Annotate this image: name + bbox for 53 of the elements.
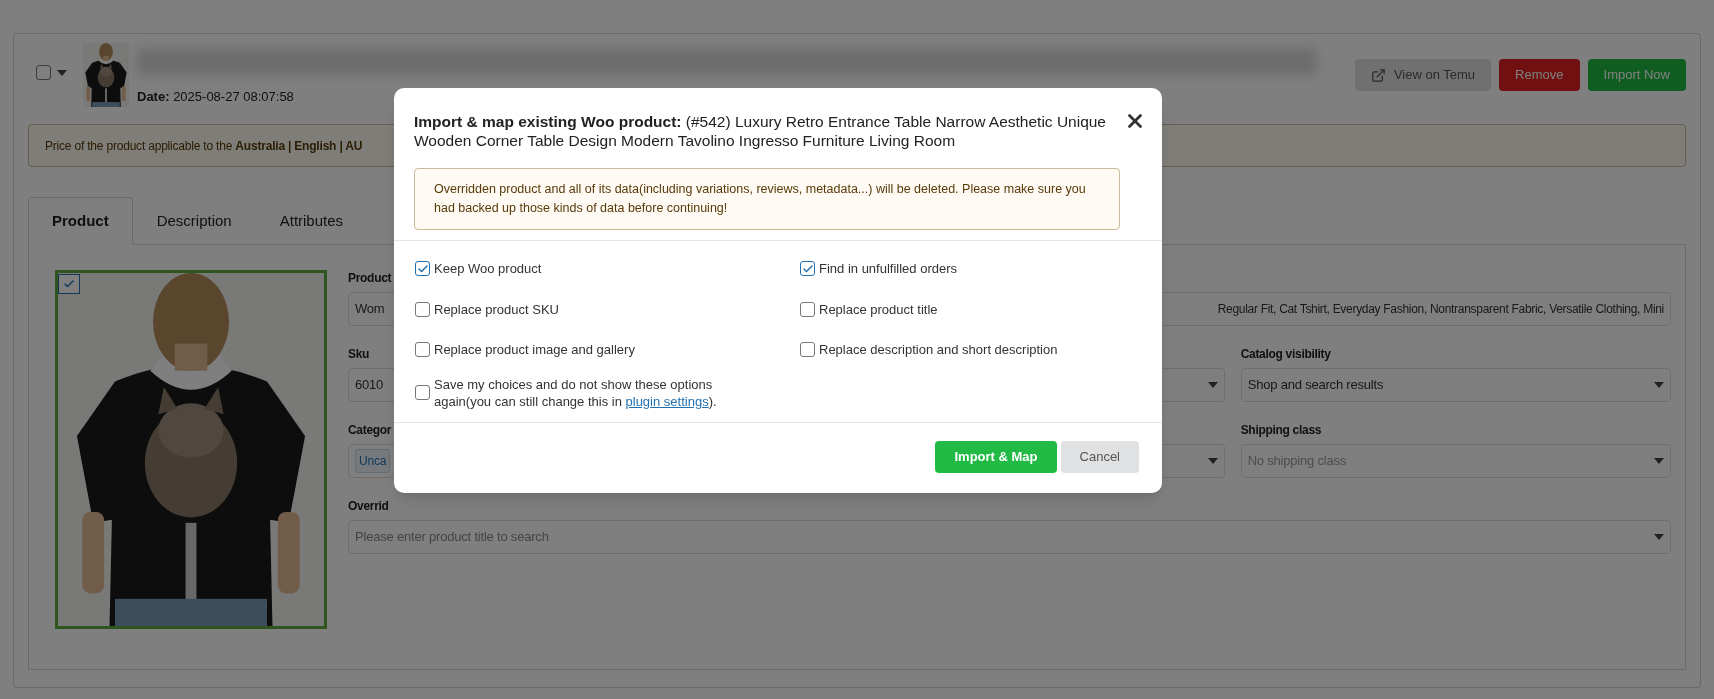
remove-button[interactable]: Remove [1499,59,1580,91]
settings-link[interactable]: plugin settings [625,393,709,409]
field-label: Shipping class [1240,422,1322,438]
check-icon [416,262,429,275]
option-checkbox[interactable] [415,301,430,317]
warning-message: Overridden product and all of its data(including variations, reviews, metadata...) will be deleted. Please make sure you had backed up those kinds of data before continuing! [414,168,1120,230]
select-checkbox[interactable] [36,65,51,80]
option-checkbox[interactable] [415,385,430,400]
field-label: Product [348,270,392,286]
caret-icon [1654,534,1664,540]
option-checkbox[interactable] [800,342,815,358]
option-label: Replace description and short description [819,341,1058,359]
caret-icon [1654,382,1664,388]
option-label: Keep Woo product [434,260,542,278]
caret-icon [57,69,67,76]
field-label: Sku [348,346,370,362]
field-value: Regular Fit, Cat Tshirt, Everyday Fashion, Nontransparent Fabric, Versatile Clothing, Mini [1217,301,1664,318]
modal-title: Import & map existing Woo product: (#542) Luxury Retro Entrance Table Narrow Aesthetic Unique Wooden Corner Table Design Modern Tavolino Ingresso Furniture Living Room [414,112,1107,150]
tab[interactable]: Product [28,197,133,245]
option-label: Save my choices and do not show these options again(you can still change this in plugin settings). [434,375,718,410]
option-checkbox[interactable] [800,301,815,317]
option-label: Find in unfulfilled orders [819,260,958,278]
option-label: Replace product title [819,300,938,319]
field-value: Shop and search results [1247,376,1384,395]
field-label: Catalog visibility [1240,346,1331,362]
option-label: Replace product image and gallery [434,341,635,359]
override-search-field[interactable]: Please enter product title to search [348,520,1671,554]
import-map-button[interactable]: Import & Map [935,440,1057,473]
cancel-button[interactable]: Cancel [1060,440,1139,473]
tab[interactable]: Attributes [255,197,368,245]
option-checkbox[interactable] [415,261,430,277]
check-icon [63,278,75,290]
notice-text: Price of the product applicable to the Australia | English | AU [45,137,363,155]
field-placeholder: Please enter product title to search [355,528,549,547]
caret-icon [1207,382,1218,388]
tab[interactable]: Description [132,197,256,245]
option-label: Replace product SKU [434,300,559,319]
option-checkbox[interactable] [415,342,430,358]
caret-icon [1654,458,1664,464]
field-label: Categor [348,422,392,438]
field-value: 6010 [355,376,384,395]
import-button[interactable]: Import Now [1587,59,1686,91]
caret-icon [1207,458,1218,464]
check-icon [801,262,814,275]
field-label: Overrid [348,498,389,514]
view-button[interactable]: View on Temu [1354,59,1492,91]
date-text: Date: 2025-08-27 08:07:58 [137,88,295,106]
image-checkbox[interactable] [58,274,80,294]
catalog-dropdown[interactable]: Shop and search results [1240,368,1671,402]
option-checkbox[interactable] [800,261,815,277]
external-link-icon [1370,67,1386,83]
field-value: Wom [355,300,385,319]
category-tag[interactable]: Unca [355,449,391,473]
